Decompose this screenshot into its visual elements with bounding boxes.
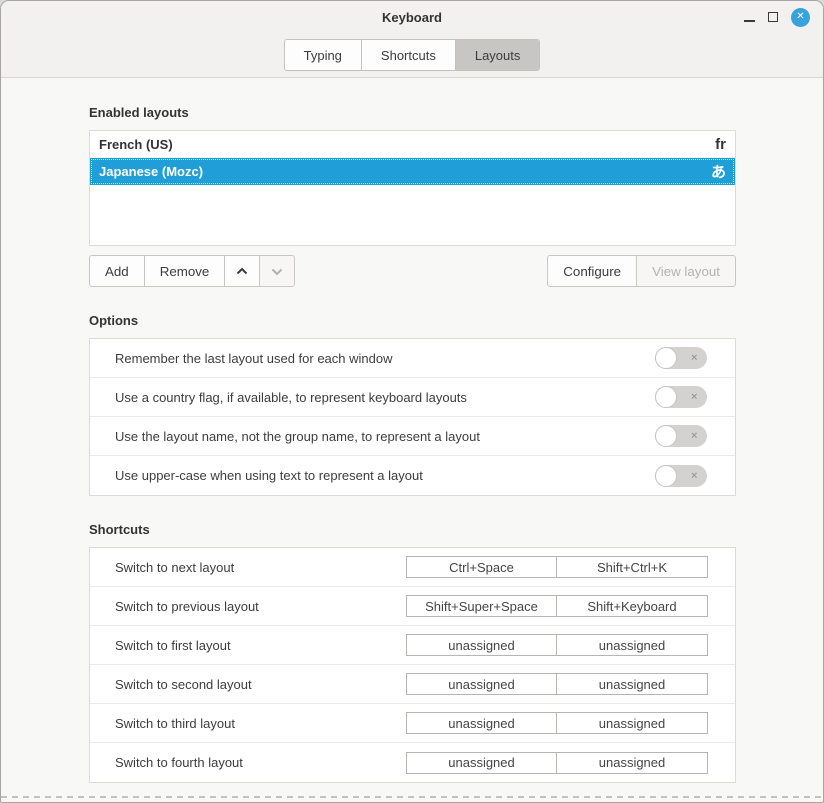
configure-button[interactable]: Configure	[547, 255, 637, 287]
minimize-icon[interactable]	[744, 12, 755, 23]
keybinding-button[interactable]: Shift+Super+Space	[407, 596, 557, 616]
list-edit-buttons: Add Remove	[89, 255, 295, 287]
layout-indicator-icon: fr	[715, 136, 726, 153]
shortcut-label: Switch to next layout	[115, 560, 234, 575]
option-label: Use upper-case when using text to repres…	[115, 468, 423, 483]
shortcut-label: Switch to first layout	[115, 638, 231, 653]
option-row: Use upper-case when using text to repres…	[90, 456, 735, 495]
keybinding-pair: unassigned unassigned	[406, 634, 708, 656]
window-header: Keyboard ✕ Typing Shortcuts Layouts	[1, 1, 823, 78]
keybinding-button[interactable]: unassigned	[407, 713, 557, 733]
keybinding-button[interactable]: unassigned	[407, 635, 557, 655]
toggle-switch[interactable]: ✕	[655, 347, 707, 369]
toggle-switch[interactable]: ✕	[655, 386, 707, 408]
keybinding-button[interactable]: unassigned	[557, 635, 707, 655]
chevron-up-icon	[235, 266, 249, 277]
close-icon[interactable]: ✕	[791, 8, 810, 27]
toggle-knob	[655, 465, 677, 487]
shortcut-label: Switch to fourth layout	[115, 755, 243, 770]
view-layout-button[interactable]: View layout	[636, 255, 736, 287]
keybinding-pair: Shift+Super+Space Shift+Keyboard	[406, 595, 708, 617]
layouts-page: Enabled layouts French (US) fr Japanese …	[1, 78, 823, 783]
list-item[interactable]: French (US) fr	[90, 131, 735, 158]
shortcuts-box: Switch to next layout Ctrl+Space Shift+C…	[89, 547, 736, 783]
shortcuts-heading: Shortcuts	[89, 522, 736, 537]
shortcut-row: Switch to third layout unassigned unassi…	[90, 704, 735, 743]
toggle-off-icon: ✕	[690, 471, 698, 480]
keybinding-pair: unassigned unassigned	[406, 712, 708, 734]
keybinding-button[interactable]: unassigned	[557, 713, 707, 733]
keyboard-settings-window: Keyboard ✕ Typing Shortcuts Layouts Enab…	[0, 0, 824, 803]
toggle-knob	[655, 425, 677, 447]
toggle-switch[interactable]: ✕	[655, 465, 707, 487]
layout-name: Japanese (Mozc)	[99, 164, 203, 179]
keybinding-pair: Ctrl+Space Shift+Ctrl+K	[406, 556, 708, 578]
shortcut-row: Switch to second layout unassigned unass…	[90, 665, 735, 704]
layouts-toolbar: Add Remove Configure View layout	[89, 255, 736, 287]
tab-typing[interactable]: Typing	[285, 40, 362, 70]
layout-action-buttons: Configure View layout	[547, 255, 736, 287]
layout-name: French (US)	[99, 137, 173, 152]
keybinding-button[interactable]: unassigned	[557, 674, 707, 694]
options-box: Remember the last layout used for each w…	[89, 338, 736, 496]
add-button[interactable]: Add	[89, 255, 145, 287]
keybinding-button[interactable]: Ctrl+Space	[407, 557, 557, 577]
option-label: Use the layout name, not the group name,…	[115, 429, 480, 444]
toggle-knob	[655, 347, 677, 369]
keybinding-button[interactable]: Shift+Keyboard	[557, 596, 707, 616]
option-row: Use a country flag, if available, to rep…	[90, 378, 735, 417]
window-title: Keyboard	[1, 1, 823, 33]
keybinding-button[interactable]: unassigned	[407, 753, 557, 773]
shortcut-row: Switch to next layout Ctrl+Space Shift+C…	[90, 548, 735, 587]
shortcut-label: Switch to second layout	[115, 677, 252, 692]
tab-bar: Typing Shortcuts Layouts	[1, 33, 823, 77]
list-item[interactable]: Japanese (Mozc) あ	[90, 158, 735, 185]
remove-button[interactable]: Remove	[144, 255, 226, 287]
titlebar: Keyboard ✕	[1, 1, 823, 33]
keybinding-pair: unassigned unassigned	[406, 752, 708, 774]
keybinding-pair: unassigned unassigned	[406, 673, 708, 695]
enabled-layouts-heading: Enabled layouts	[89, 105, 736, 120]
layout-indicator-icon: あ	[711, 161, 726, 182]
keybinding-button[interactable]: unassigned	[407, 674, 557, 694]
shortcut-row: Switch to previous layout Shift+Super+Sp…	[90, 587, 735, 626]
toggle-switch[interactable]: ✕	[655, 425, 707, 447]
option-label: Use a country flag, if available, to rep…	[115, 390, 467, 405]
toggle-off-icon: ✕	[690, 393, 698, 402]
maximize-icon[interactable]	[768, 12, 778, 22]
tab-shortcuts[interactable]: Shortcuts	[362, 40, 456, 70]
toggle-knob	[655, 386, 677, 408]
toggle-off-icon: ✕	[690, 354, 698, 363]
move-down-button[interactable]	[259, 255, 295, 287]
enabled-layouts-list: French (US) fr Japanese (Mozc) あ	[89, 130, 736, 246]
shortcut-label: Switch to third layout	[115, 716, 235, 731]
option-label: Remember the last layout used for each w…	[115, 351, 392, 366]
overscroll-indicator	[1, 796, 823, 798]
move-up-button[interactable]	[224, 255, 260, 287]
shortcut-row: Switch to first layout unassigned unassi…	[90, 626, 735, 665]
window-controls: ✕	[744, 1, 810, 33]
shortcut-label: Switch to previous layout	[115, 599, 259, 614]
option-row: Use the layout name, not the group name,…	[90, 417, 735, 456]
shortcut-row: Switch to fourth layout unassigned unass…	[90, 743, 735, 782]
toggle-off-icon: ✕	[690, 432, 698, 441]
option-row: Remember the last layout used for each w…	[90, 339, 735, 378]
options-heading: Options	[89, 313, 736, 328]
chevron-down-icon	[270, 266, 284, 277]
keybinding-button[interactable]: Shift+Ctrl+K	[557, 557, 707, 577]
keybinding-button[interactable]: unassigned	[557, 753, 707, 773]
tab-layouts[interactable]: Layouts	[456, 40, 540, 70]
